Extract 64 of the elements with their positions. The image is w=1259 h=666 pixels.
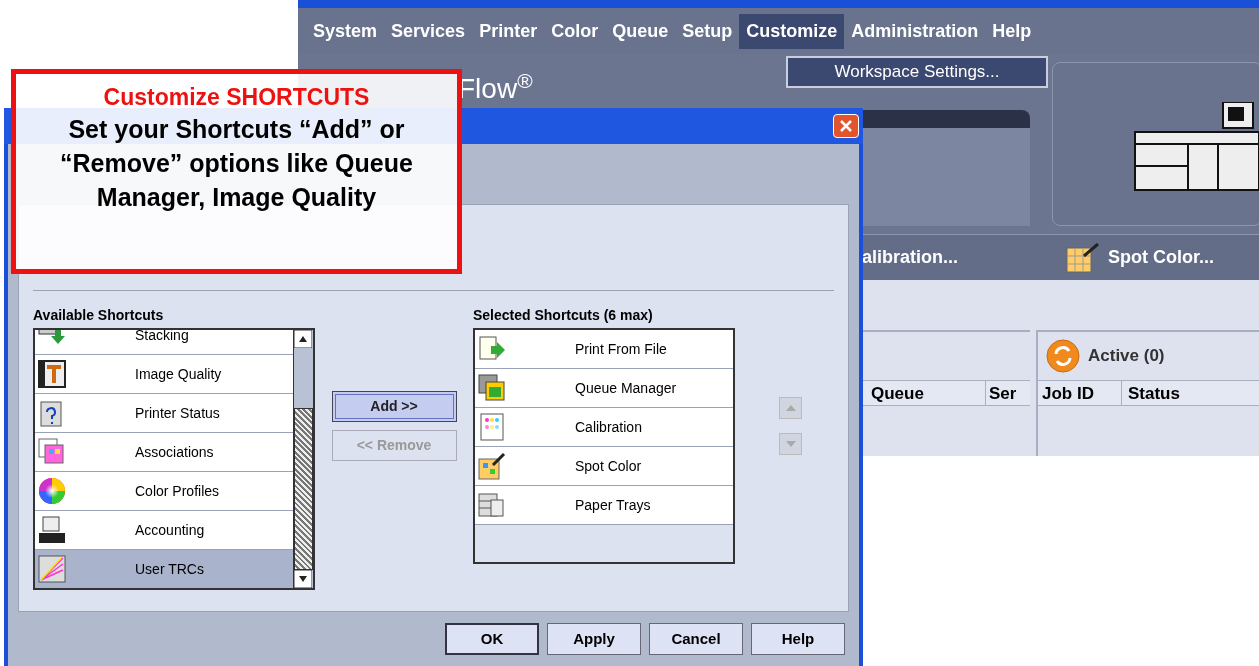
item-label: Calibration <box>575 417 642 437</box>
list-item[interactable]: Associations <box>35 433 293 472</box>
list-item[interactable]: Spot Color <box>475 447 733 486</box>
item-label: Print From File <box>575 339 667 359</box>
item-label: Associations <box>135 442 214 462</box>
list-item[interactable]: Color Profiles <box>35 472 293 511</box>
eyedropper-grid-icon <box>1066 241 1100 274</box>
list-label: Available Shortcuts <box>33 306 165 325</box>
callout-title: Customize SHORTCUTS <box>103 83 370 112</box>
item-label: Spot Color <box>575 456 642 476</box>
list-item[interactable]: Paper Trays <box>475 486 733 525</box>
color-wheel-icon <box>37 476 67 506</box>
list-item[interactable]: Image Quality <box>35 355 293 394</box>
menu-item[interactable]: Help <box>985 13 1039 49</box>
list-item[interactable]: Accounting <box>35 511 293 550</box>
close-icon <box>839 119 853 133</box>
column-header[interactable]: Status <box>1122 381 1180 405</box>
down-arrow-icon <box>785 441 796 447</box>
item-label: Image Quality <box>135 364 222 384</box>
list-item[interactable]: Print From File <box>475 330 733 369</box>
refresh-icon <box>1046 339 1080 373</box>
item-label: Printer Status <box>135 403 220 423</box>
list-item[interactable]: Queue Manager <box>475 369 733 408</box>
menu-item[interactable]: Setup <box>675 13 740 49</box>
list-item[interactable]: User TRCs <box>35 550 293 588</box>
list-label: Selected Shortcuts (6 max) <box>473 306 654 325</box>
curves-icon <box>37 554 67 584</box>
list-item[interactable]: Printer Status <box>35 394 293 433</box>
item-label: Queue Manager <box>575 378 677 398</box>
menu-item[interactable]: System <box>306 13 385 49</box>
stacked-windows-icon <box>477 373 507 403</box>
menu-item[interactable]: Color <box>544 13 606 49</box>
menu-item[interactable]: Printer <box>472 13 545 49</box>
menu-item[interactable]: Services <box>384 13 473 49</box>
scrollbar[interactable] <box>293 330 313 588</box>
item-label: Accounting <box>135 520 205 540</box>
letter-t-icon <box>37 359 67 389</box>
menu-entry[interactable]: Workspace Settings... <box>834 59 1000 85</box>
shortcut-label[interactable]: alibration... <box>862 244 958 271</box>
menu-item[interactable]: Queue <box>605 13 676 49</box>
close-button[interactable] <box>833 114 859 138</box>
item-label: Color Profiles <box>135 481 220 501</box>
color-grid-icon <box>37 437 67 467</box>
trays-icon <box>477 490 507 520</box>
dialog-button[interactable]: Cancel <box>649 623 743 655</box>
column-header[interactable]: Ser <box>986 381 1017 405</box>
dialog-button[interactable]: OK <box>445 623 539 655</box>
counter-icon <box>37 515 67 545</box>
color-dots-icon <box>477 412 507 442</box>
dialog-button[interactable]: Help <box>751 623 845 655</box>
menu-item[interactable]: Customize <box>739 13 845 49</box>
item-label: User TRCs <box>135 559 204 579</box>
panel-title: Active (0) <box>1088 345 1165 368</box>
callout-text: Set your Shortcuts “Add” or “Remove” options like Queue Manager, Image Quality <box>59 114 414 213</box>
menu-item[interactable]: Administration <box>844 13 986 49</box>
item-label: Stacking <box>135 330 189 345</box>
up-arrow-icon <box>785 405 796 411</box>
list-item[interactable]: Calibration <box>475 408 733 447</box>
dialog-button[interactable]: Apply <box>547 623 641 655</box>
item-label: Paper Trays <box>575 495 651 515</box>
eyedropper-grid-icon <box>477 451 507 481</box>
add-button[interactable]: Add >> <box>331 391 457 422</box>
shortcut-label[interactable]: Spot Color... <box>1108 244 1214 271</box>
column-header[interactable]: Job ID <box>1038 381 1122 405</box>
